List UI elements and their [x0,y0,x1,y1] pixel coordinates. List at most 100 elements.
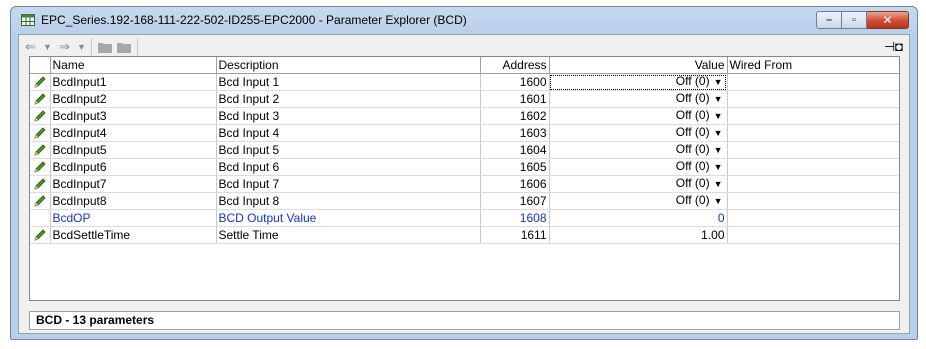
title-bar[interactable]: EPC_Series.192-168-111-222-502-ID255-EPC… [11,7,917,34]
column-header-wired-from[interactable]: Wired From [727,57,899,74]
row-description: Bcd Input 6 [216,158,481,176]
dropdown-arrow-icon[interactable]: ▼ [714,94,723,104]
row-address: 1600 [480,73,550,91]
close-icon: ✕ [882,13,893,27]
row-description: Bcd Input 4 [216,124,481,142]
row-address: 1607 [480,192,550,210]
dropdown-arrow-icon[interactable]: ▼ [714,77,723,87]
row-value: Off (0) [675,159,710,173]
row-value: Off (0) [675,74,710,88]
column-header-icon[interactable] [30,57,51,74]
table-row[interactable]: BcdInput2 Bcd Input 2 1601 Off (0) ▼ [30,90,899,108]
table-row[interactable]: BcdInput3 Bcd Input 3 1602 Off (0) ▼ [30,107,899,125]
row-address: 1604 [480,141,550,159]
pencil-icon [30,141,51,159]
row-name: BcdInput4 [50,124,217,142]
parent-folder-icon[interactable] [116,39,132,55]
back-dropdown-icon[interactable]: ▼ [43,39,52,55]
row-address: 1603 [480,124,550,142]
maximize-button[interactable]: ▫ [842,11,867,29]
parameter-grid: Name Description Address Value Wired Fro… [29,56,900,301]
row-name: BcdInput3 [50,107,217,125]
row-address: 1606 [480,175,550,193]
dropdown-arrow-icon[interactable]: ▼ [714,145,723,155]
row-name: BcdInput6 [50,158,217,176]
dropdown-arrow-icon[interactable]: ▼ [714,196,723,206]
toolbar-separator [137,38,138,56]
row-value-select[interactable]: Off (0) ▼ [549,175,728,193]
row-description: Bcd Input 1 [216,73,481,91]
row-name: BcdSettleTime [50,226,217,244]
pencil-icon [30,107,51,125]
row-wired-from [727,107,899,125]
row-description: Bcd Input 3 [216,107,481,125]
row-value: Off (0) [675,108,710,122]
pencil-icon [30,124,51,142]
close-button[interactable]: ✕ [867,11,909,29]
row-description: Bcd Input 8 [216,192,481,210]
row-name: BcdInput8 [50,192,217,210]
client-area: ⇐ ▼ ⇒ ▼ ⊣◘ Name Description Address Valu… [18,34,910,334]
back-arrow-icon[interactable]: ⇐ [25,39,36,55]
table-row[interactable]: BcdInput5 Bcd Input 5 1604 Off (0) ▼ [30,141,899,159]
table-row-readonly[interactable]: BcdOP BCD Output Value 1608 0 [30,209,899,227]
row-icon-empty [30,209,51,227]
header-row: Name Description Address Value Wired Fro… [30,57,899,74]
maximize-icon: ▫ [852,14,856,26]
dropdown-arrow-icon[interactable]: ▼ [714,162,723,172]
row-wired-from [727,209,899,227]
window-title: EPC_Series.192-168-111-222-502-ID255-EPC… [41,13,467,27]
column-header-value[interactable]: Value [549,57,728,74]
row-value: 0 [549,209,728,227]
row-value-select[interactable]: Off (0) ▼ [549,124,728,142]
dropdown-arrow-icon[interactable]: ▼ [714,111,723,121]
row-value-select[interactable]: Off (0) ▼ [549,90,728,108]
pencil-icon [30,158,51,176]
row-wired-from [727,158,899,176]
row-value-select[interactable]: Off (0) ▼ [549,107,728,125]
table-row[interactable]: BcdInput4 Bcd Input 4 1603 Off (0) ▼ [30,124,899,142]
row-name: BcdOP [50,209,217,227]
table-row[interactable]: BcdInput7 Bcd Input 7 1606 Off (0) ▼ [30,175,899,193]
row-value-select[interactable]: Off (0) ▼ [549,192,728,210]
row-value: Off (0) [675,176,710,190]
row-address: 1611 [480,226,550,244]
row-wired-from [727,73,899,91]
row-address: 1601 [480,90,550,108]
row-wired-from [727,226,899,244]
row-value-select[interactable]: Off (0) ▼ [549,73,728,91]
row-value-input[interactable]: 1.00 [549,226,728,244]
table-row[interactable]: BcdInput6 Bcd Input 6 1605 Off (0) ▼ [30,158,899,176]
row-value: Off (0) [675,142,710,156]
row-value: Off (0) [675,125,710,139]
dropdown-arrow-icon[interactable]: ▼ [714,179,723,189]
row-value-select[interactable]: Off (0) ▼ [549,158,728,176]
row-wired-from [727,90,899,108]
folder-icon[interactable] [97,39,113,55]
row-wired-from [727,175,899,193]
row-address: 1602 [480,107,550,125]
dropdown-arrow-icon[interactable]: ▼ [714,128,723,138]
toolbar-separator [91,38,92,56]
forward-dropdown-icon[interactable]: ▼ [77,39,86,55]
forward-arrow-icon[interactable]: ⇒ [59,39,70,55]
table-icon [21,14,35,26]
table-row[interactable]: BcdInput1 Bcd Input 1 1600 Off (0) ▼ [30,73,899,91]
table-body: BcdInput1 Bcd Input 1 1600 Off (0) ▼ BcdI… [30,73,899,244]
column-header-name[interactable]: Name [50,57,217,74]
column-header-description[interactable]: Description [216,57,481,74]
row-description: Bcd Input 7 [216,175,481,193]
minimize-button[interactable]: – [816,11,842,29]
window-controls: – ▫ ✕ [816,11,909,29]
row-address: 1608 [480,209,550,227]
table-row[interactable]: BcdInput8 Bcd Input 8 1607 Off (0) ▼ [30,192,899,210]
row-value: Off (0) [675,193,710,207]
row-value-select[interactable]: Off (0) ▼ [549,141,728,159]
pin-icon[interactable]: ⊣◘ [884,39,903,55]
column-header-address[interactable]: Address [480,57,550,74]
pencil-icon [30,73,51,91]
row-value: Off (0) [675,91,710,105]
table-row[interactable]: BcdSettleTime Settle Time 1611 1.00 [30,226,899,244]
row-name: BcdInput1 [50,73,217,91]
row-description: Bcd Input 2 [216,90,481,108]
